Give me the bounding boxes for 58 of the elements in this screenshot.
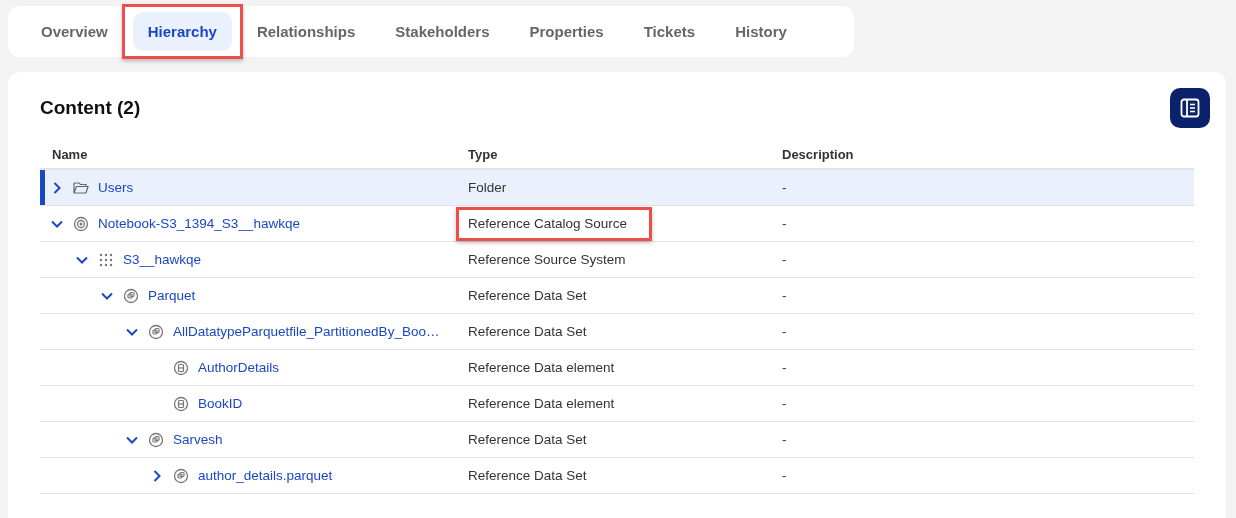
- type-text: Reference Data element: [468, 360, 615, 375]
- description-text: -: [782, 252, 787, 267]
- table-row[interactable]: Parquet Reference Data Set -: [40, 278, 1194, 314]
- description-text: -: [782, 216, 787, 231]
- description-text: -: [782, 288, 787, 303]
- item-name-link[interactable]: S3__hawkqe: [123, 252, 202, 267]
- dot-grid-icon: [98, 251, 114, 268]
- dataset-icon: [173, 467, 189, 484]
- element-icon: [173, 359, 189, 376]
- type-text: Reference Source System: [468, 252, 626, 267]
- type-text: Reference Data Set: [468, 468, 587, 483]
- column-header: Name: [51, 146, 89, 162]
- description-text: -: [782, 180, 787, 195]
- table-row[interactable]: BookID Reference Data element -: [40, 386, 1194, 422]
- dataset-icon: [148, 431, 164, 448]
- item-name-link[interactable]: Notebook-S3_1394_S3__hawkqe: [98, 216, 300, 231]
- description-text: -: [782, 360, 787, 375]
- target-icon: [73, 215, 89, 232]
- element-icon: [173, 395, 189, 412]
- description-text: -: [782, 396, 787, 411]
- table-row[interactable]: S3__hawkqe Reference Source System -: [40, 242, 1194, 278]
- dataset-icon: [148, 323, 164, 340]
- item-name-link[interactable]: Parquet: [148, 288, 196, 303]
- item-name-link[interactable]: author_details.parquet: [198, 468, 333, 483]
- column-header: Description: [782, 146, 855, 162]
- table-row[interactable]: AllDatatypeParquetfile_PartitionedBy_Boo… Reference Data Set -: [40, 314, 1194, 350]
- description-text: -: [782, 324, 787, 339]
- type-text: Reference Data Set: [468, 432, 587, 447]
- section-title: Content (2): [40, 97, 141, 119]
- table-row[interactable]: author_details.parquet Reference Data Set -: [40, 458, 1194, 494]
- table-row[interactable]: Notebook-S3_1394_S3__hawkqe Reference Catalog Source -: [40, 206, 1194, 242]
- item-name-link[interactable]: AuthorDetails: [198, 360, 280, 375]
- description-text: -: [782, 468, 787, 483]
- tab[interactable]: History: [720, 12, 802, 51]
- tab[interactable]: Hierarchy: [132, 12, 232, 51]
- tab[interactable]: Stakeholders: [380, 12, 505, 51]
- item-name-link[interactable]: Sarvesh: [173, 432, 223, 447]
- type-text: Reference Data Set: [468, 324, 587, 339]
- type-text: Reference Catalog Source: [468, 216, 628, 231]
- item-name-link[interactable]: AllDatatypeParquetfile_PartitionedBy_Boo…: [173, 324, 440, 339]
- table-row[interactable]: Sarvesh Reference Data Set -: [40, 422, 1194, 458]
- table-row[interactable]: Users Folder -: [40, 170, 1194, 206]
- type-text: Folder: [468, 180, 507, 195]
- column-header: Type: [468, 146, 499, 162]
- tab[interactable]: Overview: [26, 12, 123, 51]
- panel-toggle-button[interactable]: [1170, 88, 1210, 128]
- description-text: -: [782, 432, 787, 447]
- item-name-link[interactable]: BookID: [198, 396, 243, 411]
- type-text: Reference Data element: [468, 396, 615, 411]
- folder-icon: [73, 180, 89, 195]
- sidebar-panel-icon: [1179, 97, 1201, 119]
- dataset-icon: [123, 287, 139, 304]
- tab[interactable]: Relationships: [241, 12, 371, 51]
- tab[interactable]: Properties: [514, 12, 619, 51]
- item-name-link[interactable]: Users: [98, 180, 134, 195]
- tab[interactable]: Tickets: [628, 12, 711, 51]
- table-row[interactable]: AuthorDetails Reference Data element -: [40, 350, 1194, 386]
- type-text: Reference Data Set: [468, 288, 587, 303]
